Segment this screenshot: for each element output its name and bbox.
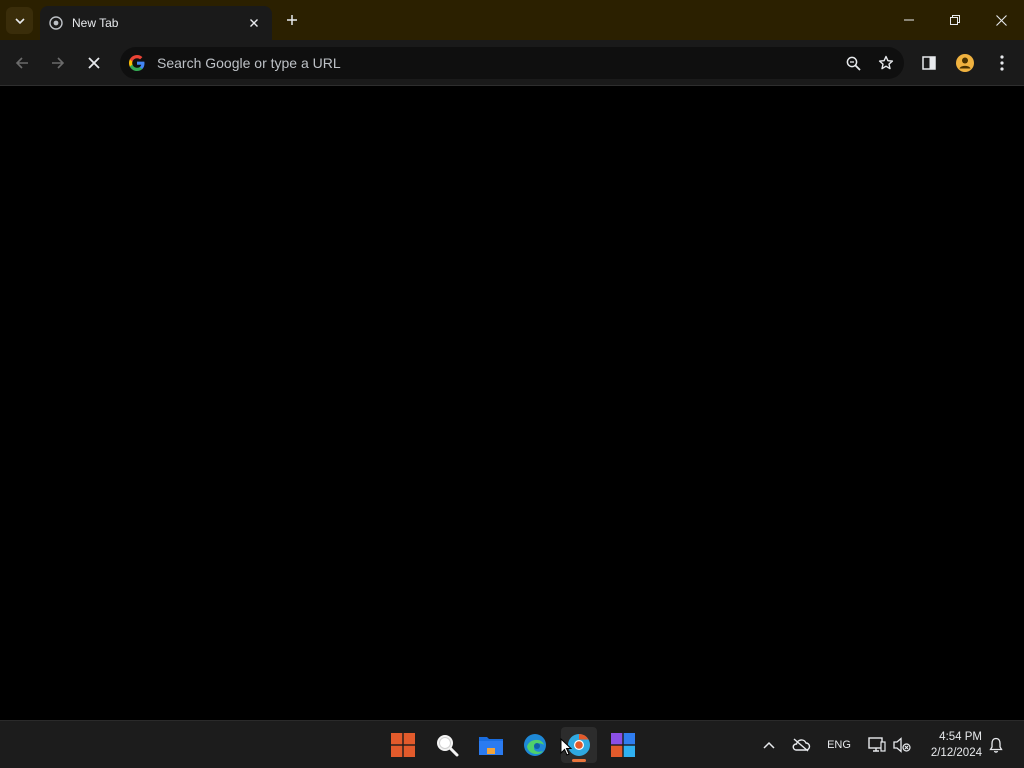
mouse-cursor-icon [560,738,572,756]
arrow-left-icon [15,57,28,69]
menu-button[interactable] [988,49,1016,77]
onedrive-button[interactable] [790,733,812,757]
new-tab-button[interactable] [281,9,303,31]
tab-new-tab[interactable]: New Tab [40,6,272,40]
page-content [0,87,1024,720]
close-icon [995,14,1007,26]
show-hidden-icons-button[interactable] [760,733,778,757]
back-button[interactable] [8,49,36,77]
google-g-icon [129,55,145,71]
taskbar: ENG 4:54 PM 2/12/2024 [0,720,1024,768]
browser-toolbar [0,40,1024,86]
edge-button[interactable] [517,727,553,763]
stop-loading-button[interactable] [80,49,108,77]
bell-icon [989,737,1003,753]
avatar-icon [956,54,974,72]
start-button[interactable] [385,727,421,763]
zoom-button[interactable] [838,48,868,78]
speaker-muted-icon [893,737,911,753]
network-icon [868,737,886,752]
plus-icon [287,15,297,25]
store-button[interactable] [605,727,641,763]
close-icon [88,57,100,69]
cloud-offline-icon [792,738,811,752]
minimize-icon [904,19,914,21]
tab-title: New Tab [72,16,119,30]
address-bar[interactable] [120,47,904,79]
star-icon [878,55,894,70]
tab-search-button[interactable] [6,7,33,34]
windows-logo-icon [391,733,415,757]
close-icon [250,19,258,27]
minimize-button[interactable] [886,0,932,40]
edge-icon [524,734,546,756]
arrow-right-icon [52,57,65,69]
tab-strip: New Tab [0,0,1024,40]
forward-button[interactable] [44,49,72,77]
tab-close-button[interactable] [246,15,262,31]
bookmark-button[interactable] [871,48,901,78]
magnifier-zoom-icon [846,56,861,71]
clock[interactable]: 4:54 PM 2/12/2024 [931,729,982,761]
kebab-menu-icon [1000,55,1004,71]
volume-button[interactable] [892,733,912,757]
chrome-newtab-favicon-icon [49,16,63,30]
notifications-button[interactable] [986,733,1006,757]
file-explorer-button[interactable] [473,727,509,763]
network-button[interactable] [866,733,888,757]
folder-icon [479,737,503,755]
restore-button[interactable] [932,0,978,40]
clock-time: 4:54 PM [939,731,982,743]
restore-icon [950,15,960,25]
profile-button[interactable] [951,49,979,77]
omnibox-input[interactable] [157,55,838,71]
clock-date: 2/12/2024 [930,747,982,759]
close-window-button[interactable] [978,0,1024,40]
chevron-up-icon [763,741,775,749]
search-icon [437,735,459,757]
active-app-indicator [572,759,586,762]
store-icon [611,733,635,757]
side-panel-icon [922,56,936,70]
language-indicator[interactable]: ENG [824,733,854,757]
language-label: ENG [827,739,851,751]
chevron-down-icon [14,17,25,24]
side-panel-button[interactable] [915,49,943,77]
taskbar-search-button[interactable] [429,727,465,763]
